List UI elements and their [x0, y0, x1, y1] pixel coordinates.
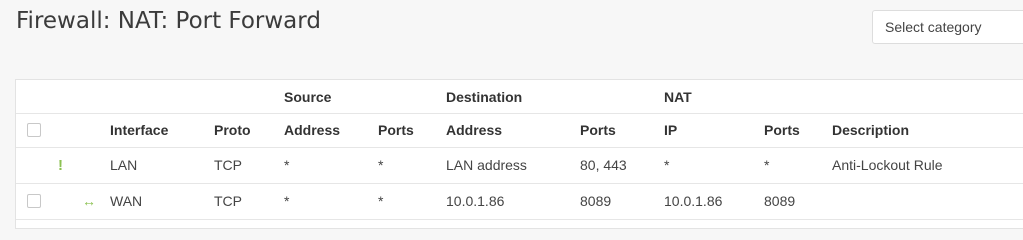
cell-proto: TCP	[214, 193, 242, 209]
cell-source-address: *	[284, 157, 290, 173]
cell-source-ports: *	[378, 157, 384, 173]
cell-destination-ports: 80, 443	[580, 157, 627, 173]
cell-nat-ports: 8089	[764, 193, 796, 209]
linked-rule-arrows-icon: ↔	[82, 193, 96, 209]
cell-destination-address: 10.0.1.86	[446, 193, 505, 209]
group-header-source: Source	[284, 88, 332, 105]
select-all-checkbox[interactable]	[27, 113, 41, 147]
column-header-destination-ports[interactable]: Ports	[580, 113, 616, 147]
group-header-nat: NAT	[664, 88, 692, 105]
cell-nat-ip: *	[664, 157, 670, 173]
table-header-row: Interface Proto Address Ports Address Po…	[16, 113, 1023, 148]
column-header-destination-address[interactable]: Address	[446, 113, 502, 147]
column-header-nat-ip[interactable]: IP	[664, 113, 677, 147]
warning-exclamation-icon: !	[58, 156, 63, 174]
row-select-checkbox[interactable]	[27, 183, 41, 219]
column-header-nat-ports[interactable]: Ports	[764, 113, 800, 147]
table-group-header-row: Source Destination NAT	[16, 80, 1023, 114]
column-header-source-ports[interactable]: Ports	[378, 113, 414, 147]
cell-interface: LAN	[110, 157, 138, 173]
page-header: Firewall: NAT: Port Forward Select categ…	[0, 0, 1023, 62]
page-title: Firewall: NAT: Port Forward	[16, 8, 321, 34]
cell-destination-ports: 8089	[580, 193, 612, 209]
port-forward-table: Source Destination NAT Interface Proto A…	[15, 79, 1023, 229]
cell-proto: TCP	[214, 157, 242, 173]
column-header-description[interactable]: Description	[832, 113, 909, 147]
column-header-source-address[interactable]: Address	[284, 113, 340, 147]
column-header-interface[interactable]: Interface	[110, 113, 168, 147]
cell-nat-ports: *	[764, 157, 770, 173]
cell-description: Anti-Lockout Rule	[832, 157, 943, 173]
group-header-destination: Destination	[446, 88, 523, 105]
category-select[interactable]: Select category	[872, 10, 1023, 44]
table-row: ↔ WAN TCP * * 10.0.1.86 8089 10.0.1.86 8…	[16, 183, 1023, 220]
cell-destination-address: LAN address	[446, 157, 527, 173]
cell-interface: WAN	[110, 193, 143, 209]
table-row: ! LAN TCP * * LAN address 80, 443 * * An…	[16, 147, 1023, 184]
cell-nat-ip: 10.0.1.86	[664, 193, 723, 209]
cell-source-address: *	[284, 193, 290, 209]
column-header-proto[interactable]: Proto	[214, 113, 251, 147]
cell-source-ports: *	[378, 193, 384, 209]
